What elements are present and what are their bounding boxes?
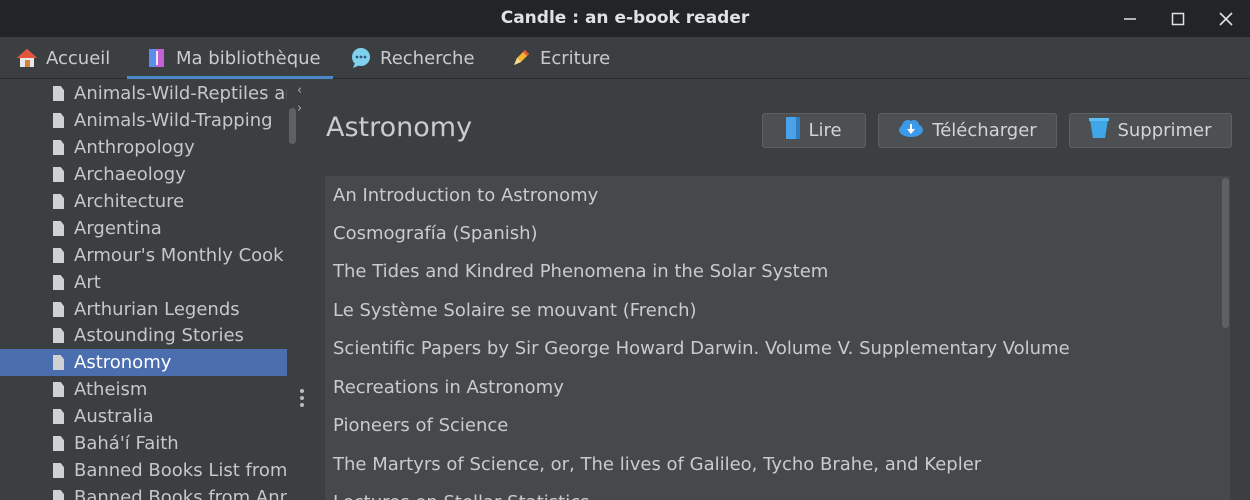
document-icon (53, 328, 64, 343)
tree-item[interactable]: Arthurian Legends (0, 296, 287, 323)
delete-button[interactable]: Supprimer (1069, 113, 1232, 148)
document-icon (53, 167, 64, 182)
document-icon (53, 355, 64, 370)
category-title: Astronomy (326, 112, 473, 143)
tab-ma-bibliotheque[interactable]: Ma bibliothèque (127, 37, 333, 79)
list-item[interactable]: Lectures on Stellar Statistics (333, 484, 589, 500)
document-icon (53, 275, 64, 290)
document-icon (53, 113, 64, 128)
tab-bar: Accueil Ma bibliothèque Recherche Ecritu… (0, 37, 1250, 79)
trash-icon (1089, 117, 1110, 144)
books-icon (146, 47, 168, 69)
book-list-scrollbar[interactable] (1222, 178, 1229, 328)
document-icon (53, 86, 64, 101)
book-list[interactable]: An Introduction to Astronomy Cosmografía… (325, 176, 1230, 500)
list-item[interactable]: Scientific Papers by Sir George Howard D… (333, 330, 1070, 368)
list-item[interactable]: Pioneers of Science (333, 407, 508, 445)
tree-item[interactable]: Art (0, 269, 287, 296)
tree-item[interactable]: Animals-Wild-Trapping (0, 107, 287, 134)
tab-ecriture[interactable]: Ecriture (510, 37, 614, 79)
list-item[interactable]: Le Système Solaire se mouvant (French) (333, 292, 697, 330)
document-icon (53, 221, 64, 236)
expand-right-icon[interactable]: › (297, 102, 302, 115)
document-icon (53, 382, 64, 397)
tab-recherche[interactable]: Recherche (350, 37, 480, 79)
tab-label: Accueil (46, 47, 111, 69)
tree-item[interactable]: Argentina (0, 215, 287, 242)
tab-label: Ecriture (540, 47, 611, 69)
cloud-download-icon (898, 118, 924, 143)
pencil-icon (510, 47, 532, 69)
tree-item-selected[interactable]: Astronomy (0, 349, 287, 376)
minimize-button[interactable] (1106, 0, 1154, 37)
document-icon (53, 302, 64, 317)
tree-item[interactable]: Armour's Monthly Cook Book (0, 242, 287, 269)
tree-item[interactable]: Banned Books List from the American Libr… (0, 457, 287, 484)
tree-item[interactable]: Bahá'í Faith (0, 430, 287, 457)
list-item[interactable]: Recreations in Astronomy (333, 369, 564, 407)
close-icon (1219, 12, 1233, 26)
home-icon (16, 47, 38, 69)
tree-item[interactable]: Animals-Wild-Reptiles and Amphibians (0, 80, 287, 107)
list-item[interactable]: The Martyrs of Science, or, The lives of… (333, 446, 981, 484)
tree-item[interactable]: Banned Books from Anne Haight's list (0, 484, 287, 500)
category-tree[interactable]: Animals-Wild-Reptiles and Amphibians Ani… (0, 79, 287, 500)
document-icon (53, 140, 64, 155)
tree-item[interactable]: Architecture (0, 188, 287, 215)
tab-label: Recherche (380, 47, 475, 69)
document-icon (53, 463, 64, 478)
tree-item[interactable]: Anthropology (0, 134, 287, 161)
tree-item[interactable]: Atheism (0, 376, 287, 403)
tab-label: Ma bibliothèque (176, 47, 321, 69)
close-button[interactable] (1202, 0, 1250, 37)
maximize-button[interactable] (1154, 0, 1202, 37)
document-icon (53, 194, 64, 209)
document-icon (53, 409, 64, 424)
window-title: Candle : an e-book reader (500, 8, 750, 28)
minimize-icon (1124, 18, 1136, 20)
tab-accueil[interactable]: Accueil (16, 37, 122, 79)
title-bar: Candle : an e-book reader (0, 0, 1250, 37)
read-button[interactable]: Lire (762, 113, 866, 148)
tree-item[interactable]: Astounding Stories (0, 322, 287, 349)
download-button[interactable]: Télécharger (878, 113, 1057, 148)
sidebar-scrollbar[interactable] (289, 108, 296, 144)
document-icon (53, 248, 64, 263)
book-icon (786, 117, 801, 144)
list-item[interactable]: An Introduction to Astronomy (333, 177, 598, 215)
collapse-left-icon[interactable]: ‹ (297, 84, 302, 97)
splitter-grip-icon[interactable] (300, 389, 304, 410)
maximize-icon (1171, 12, 1185, 26)
document-icon (53, 490, 64, 500)
list-item[interactable]: The Tides and Kindred Phenomena in the S… (333, 253, 828, 291)
search-bubble-icon (350, 47, 372, 69)
tree-item[interactable]: Australia (0, 403, 287, 430)
list-item[interactable]: Cosmografía (Spanish) (333, 215, 538, 253)
tree-item[interactable]: Archaeology (0, 161, 287, 188)
document-icon (53, 436, 64, 451)
